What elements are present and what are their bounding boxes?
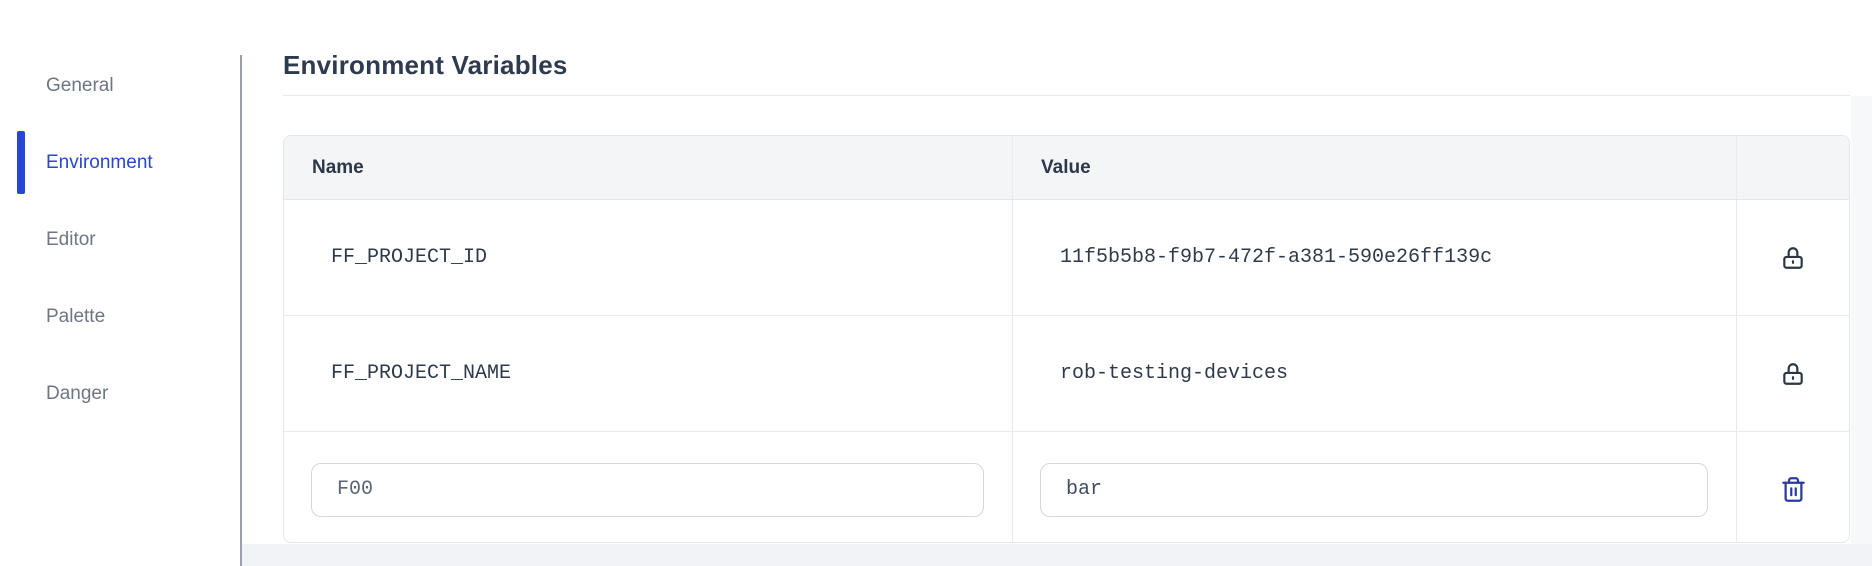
- env-var-value: rob-testing-devices: [1013, 316, 1737, 431]
- sidebar-item-general[interactable]: General: [0, 47, 240, 124]
- column-header-name: Name: [284, 136, 1013, 199]
- env-var-name: FF_PROJECT_NAME: [284, 316, 1013, 431]
- column-header-value: Value: [1013, 136, 1737, 199]
- active-indicator-bar: [17, 131, 25, 194]
- page-background-gutter: [1851, 96, 1872, 544]
- title-divider: [283, 95, 1850, 96]
- lock-icon: [1780, 245, 1806, 271]
- new-variable-name-cell: [284, 432, 1013, 542]
- page-title: Environment Variables: [283, 50, 568, 80]
- lock-icon: [1780, 361, 1806, 387]
- row-actions-cell: [1737, 432, 1849, 542]
- sidebar-divider: [240, 55, 242, 566]
- table-row: FF_PROJECT_NAME rob-testing-devices: [284, 316, 1849, 432]
- new-variable-name-input[interactable]: [311, 462, 984, 517]
- env-var-value: 11f5b5b8-f9b7-472f-a381-590e26ff139c: [1013, 200, 1737, 315]
- sidebar-item-label: Palette: [46, 305, 106, 327]
- sidebar-item-label: General: [46, 74, 114, 96]
- sidebar-item-editor[interactable]: Editor: [0, 201, 240, 278]
- page-background-bottom: [242, 544, 1872, 566]
- sidebar-item-environment[interactable]: Environment: [0, 124, 240, 201]
- env-var-name: FF_PROJECT_ID: [284, 200, 1013, 315]
- new-variable-value-input[interactable]: [1040, 462, 1708, 517]
- row-actions-cell: [1737, 200, 1849, 315]
- table-header-row: Name Value: [284, 136, 1849, 200]
- new-variable-row: [284, 432, 1849, 542]
- sidebar-item-palette[interactable]: Palette: [0, 278, 240, 355]
- sidebar-item-label: Editor: [46, 228, 96, 250]
- delete-row-button[interactable]: [1776, 472, 1811, 507]
- table-row: FF_PROJECT_ID 11f5b5b8-f9b7-472f-a381-59…: [284, 200, 1849, 316]
- env-variables-table: Name Value FF_PROJECT_ID 11f5b5b8-f9b7-4…: [283, 135, 1850, 543]
- sidebar-item-danger[interactable]: Danger: [0, 355, 240, 432]
- sidebar-item-label: Danger: [46, 382, 109, 404]
- trash-icon: [1780, 476, 1807, 503]
- column-header-actions: [1737, 136, 1849, 199]
- project-settings-page: General Environment Editor Palette Dange…: [0, 0, 1872, 566]
- settings-sidebar: General Environment Editor Palette Dange…: [0, 47, 240, 432]
- new-variable-value-cell: [1013, 432, 1737, 542]
- sidebar-item-label: Environment: [46, 151, 153, 173]
- row-actions-cell: [1737, 316, 1849, 431]
